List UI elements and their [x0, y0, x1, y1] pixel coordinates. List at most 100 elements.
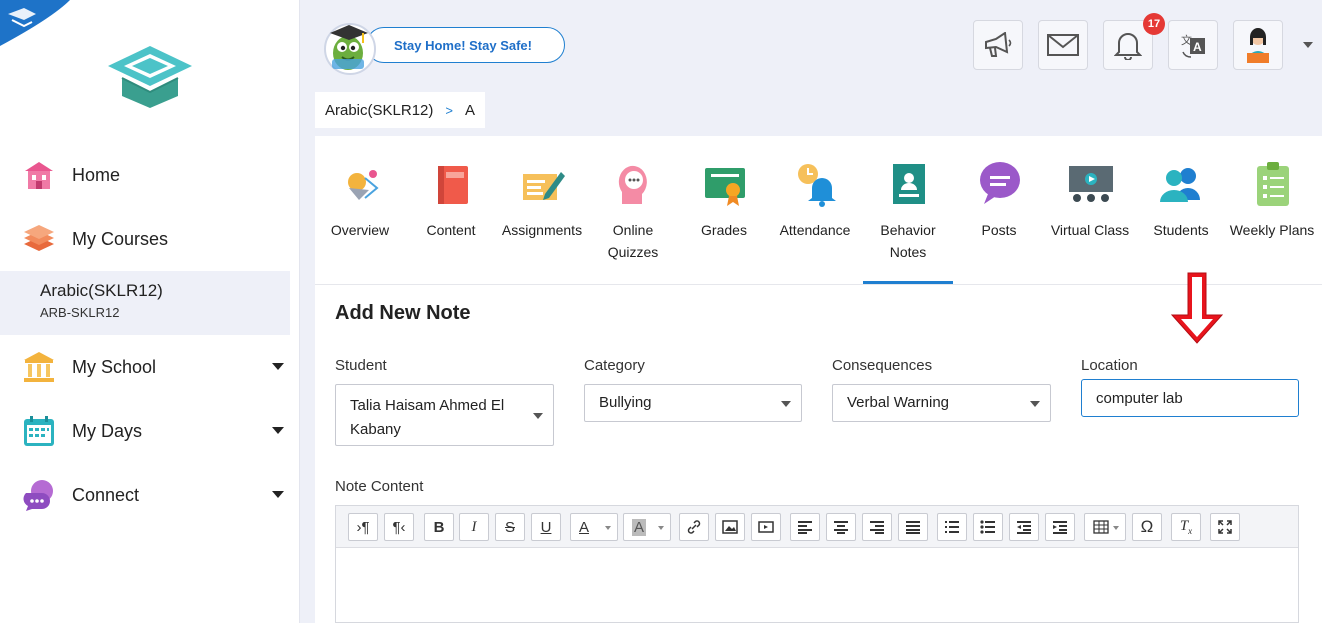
nav-home-label: Home: [72, 164, 121, 185]
translate-icon: A文: [1181, 33, 1205, 58]
nav-my-school[interactable]: My School: [0, 341, 300, 393]
virtual-class-icon: [1069, 166, 1113, 202]
nav-home[interactable]: Home: [0, 149, 300, 201]
stay-safe-banner: Stay Home! Stay Safe!: [366, 27, 565, 63]
active-course-code: ARB-SKLR12: [40, 305, 120, 320]
rich-text-editor: ›¶ ¶‹ B I S U A A Ω Tx: [335, 505, 1299, 623]
rtl-paragraph-button[interactable]: ¶‹: [384, 513, 414, 541]
insert-image-button[interactable]: [715, 513, 745, 541]
tab-virtual-class[interactable]: Virtual Class: [1045, 136, 1135, 284]
nav-my-days[interactable]: My Days: [0, 405, 300, 457]
align-right-button[interactable]: [862, 513, 892, 541]
image-icon: [722, 520, 738, 534]
fullscreen-icon: [1218, 520, 1232, 534]
indent-button[interactable]: [1045, 513, 1075, 541]
category-select[interactable]: Bullying: [584, 384, 802, 422]
active-course[interactable]: Arabic(SKLR12) ARB-SKLR12: [0, 271, 290, 335]
bold-button[interactable]: B: [424, 513, 454, 541]
paragraph-rtl-icon: ¶‹: [392, 518, 406, 536]
active-course-name: Arabic(SKLR12): [40, 281, 163, 300]
special-character-button[interactable]: Ω: [1132, 513, 1162, 541]
tab-behavior-notes[interactable]: Behavior Notes: [863, 136, 953, 284]
student-label: Student: [335, 357, 387, 374]
note-content-editor[interactable]: [336, 548, 1298, 622]
consequences-label: Consequences: [832, 357, 933, 374]
form-title: Add New Note: [335, 302, 471, 324]
consequences-select[interactable]: Verbal Warning: [832, 384, 1051, 422]
quiz-icon: [618, 165, 647, 204]
assignment-icon: [523, 172, 565, 200]
tab-label: Virtual Class: [1050, 222, 1130, 238]
insert-link-button[interactable]: [679, 513, 709, 541]
tab-online-quizzes[interactable]: Online Quizzes: [588, 136, 678, 284]
clear-formatting-button[interactable]: Tx: [1171, 513, 1201, 541]
tab-assignments[interactable]: Assignments: [497, 136, 587, 284]
tab-label: Assignments: [501, 222, 583, 238]
location-input[interactable]: [1081, 379, 1299, 417]
tab-students[interactable]: Students: [1136, 136, 1226, 284]
mail-icon: [1047, 34, 1079, 56]
corner-logo-icon: [0, 0, 70, 46]
chevron-down-icon[interactable]: [272, 491, 284, 498]
bold-icon: B: [433, 518, 445, 536]
strikethrough-button[interactable]: S: [495, 513, 525, 541]
insert-table-button[interactable]: [1084, 513, 1126, 541]
tab-grades[interactable]: Grades: [679, 136, 769, 284]
profile-button[interactable]: [1233, 20, 1283, 70]
ltr-paragraph-button[interactable]: ›¶: [348, 513, 378, 541]
tab-posts[interactable]: Posts: [954, 136, 1044, 284]
nav-connect[interactable]: Connect: [0, 469, 300, 521]
messages-button[interactable]: [1038, 20, 1088, 70]
category-select-value: Bullying: [599, 394, 652, 411]
italic-button[interactable]: I: [459, 513, 489, 541]
align-justify-button[interactable]: [898, 513, 928, 541]
editor-toolbar: ›¶ ¶‹ B I S U A A Ω Tx: [336, 506, 1298, 548]
text-color-button[interactable]: A: [570, 513, 618, 541]
chevron-down-icon[interactable]: [272, 363, 284, 370]
behavior-notes-icon: [893, 164, 925, 204]
announcements-button[interactable]: [973, 20, 1023, 70]
tab-label: Overview: [330, 222, 390, 238]
nav-my-courses[interactable]: My Courses: [0, 213, 300, 265]
highlight-color-button[interactable]: A: [623, 513, 671, 541]
align-center-button[interactable]: [826, 513, 856, 541]
chevron-down-icon[interactable]: [272, 427, 284, 434]
breadcrumb-course[interactable]: Arabic(SKLR12): [325, 102, 433, 119]
unordered-list-icon: [980, 520, 995, 534]
ordered-list-button[interactable]: [937, 513, 967, 541]
highlight-color-icon: A: [632, 518, 647, 536]
clear-formatting-icon: Tx: [1179, 518, 1193, 536]
chevron-down-icon: [781, 401, 791, 407]
nav-connect-label: Connect: [72, 484, 140, 505]
fullscreen-button[interactable]: [1210, 513, 1240, 541]
tab-content[interactable]: Content: [406, 136, 496, 284]
tab-attendance[interactable]: Attendance: [770, 136, 860, 284]
outdent-button[interactable]: [1009, 513, 1039, 541]
breadcrumb-section[interactable]: A: [465, 102, 475, 119]
tab-overview[interactable]: Overview: [315, 136, 405, 284]
align-center-icon: [834, 521, 848, 534]
svg-text:文: 文: [1181, 33, 1192, 47]
book-icon: [438, 166, 468, 204]
stay-safe-text: Stay Home! Stay Safe!: [394, 37, 532, 53]
sidebar: Home My Courses Arabic(SKLR12) ARB-SKLR1…: [0, 0, 300, 623]
align-left-button[interactable]: [790, 513, 820, 541]
align-left-icon: [798, 521, 812, 534]
language-button[interactable]: A文: [1168, 20, 1218, 70]
grades-icon: [705, 168, 745, 206]
tab-label: Grades: [701, 222, 747, 238]
breadcrumb: Arabic(SKLR12) > A: [315, 92, 485, 128]
underline-button[interactable]: U: [531, 513, 561, 541]
breadcrumb-separator: >: [445, 102, 453, 118]
location-label: Location: [1081, 357, 1138, 374]
megaphone-icon: [985, 32, 1012, 57]
student-select[interactable]: Talia Haisam Ahmed El Kabany: [335, 384, 554, 446]
strikethrough-icon: S: [504, 518, 515, 536]
tab-weekly-plans[interactable]: Weekly Plans: [1227, 136, 1317, 284]
profile-avatar-icon: [1247, 28, 1269, 63]
nav-my-school-label: My School: [72, 356, 157, 377]
profile-menu-caret[interactable]: [1303, 42, 1313, 48]
unordered-list-button[interactable]: [973, 513, 1003, 541]
insert-video-button[interactable]: [751, 513, 781, 541]
italic-icon: I: [471, 518, 477, 535]
